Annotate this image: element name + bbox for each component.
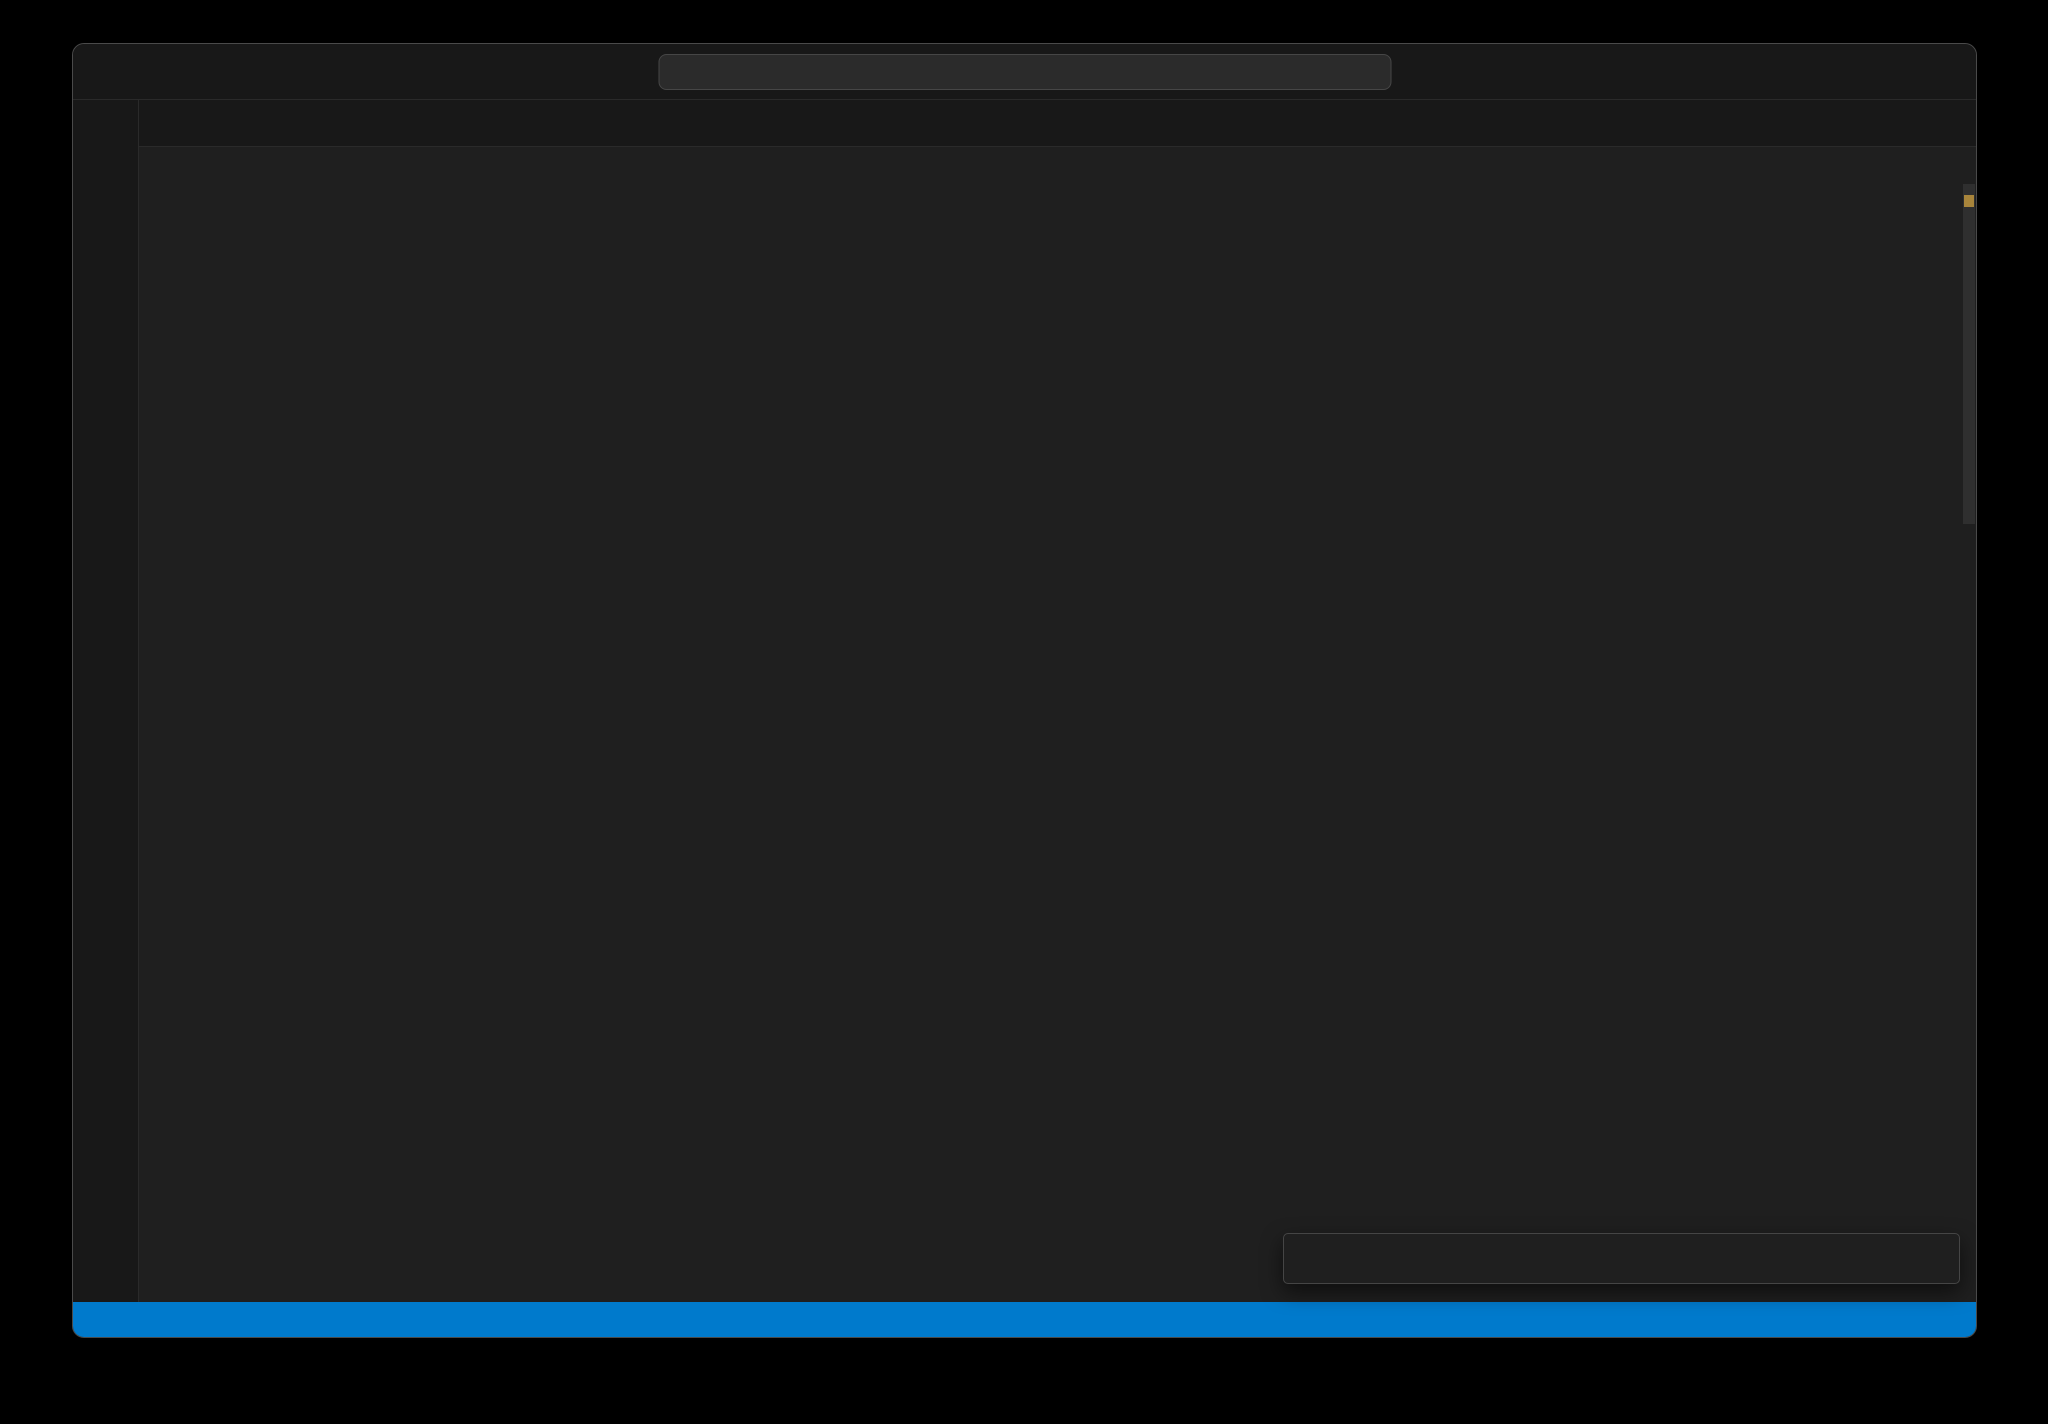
- blame-annotation: [139, 179, 1976, 203]
- main-area: [73, 100, 1976, 1302]
- activity-bar: [73, 100, 139, 1302]
- scrollbar-thumb[interactable]: [1963, 184, 1975, 524]
- breadcrumbs: [139, 147, 1976, 179]
- command-center-search[interactable]: [658, 53, 1391, 90]
- editor-group: [139, 100, 1976, 1302]
- tab-bar: [139, 100, 1976, 147]
- status-bar: [73, 1302, 1976, 1337]
- vscode-window: [72, 43, 1977, 1338]
- titlebar-center: [642, 53, 1407, 90]
- code-editor[interactable]: [139, 179, 1976, 1302]
- editor-actions: [1960, 100, 1976, 146]
- title-bar: [73, 44, 1976, 100]
- scrollbar: [1962, 179, 1976, 1302]
- notification-toast: [1283, 1233, 1960, 1284]
